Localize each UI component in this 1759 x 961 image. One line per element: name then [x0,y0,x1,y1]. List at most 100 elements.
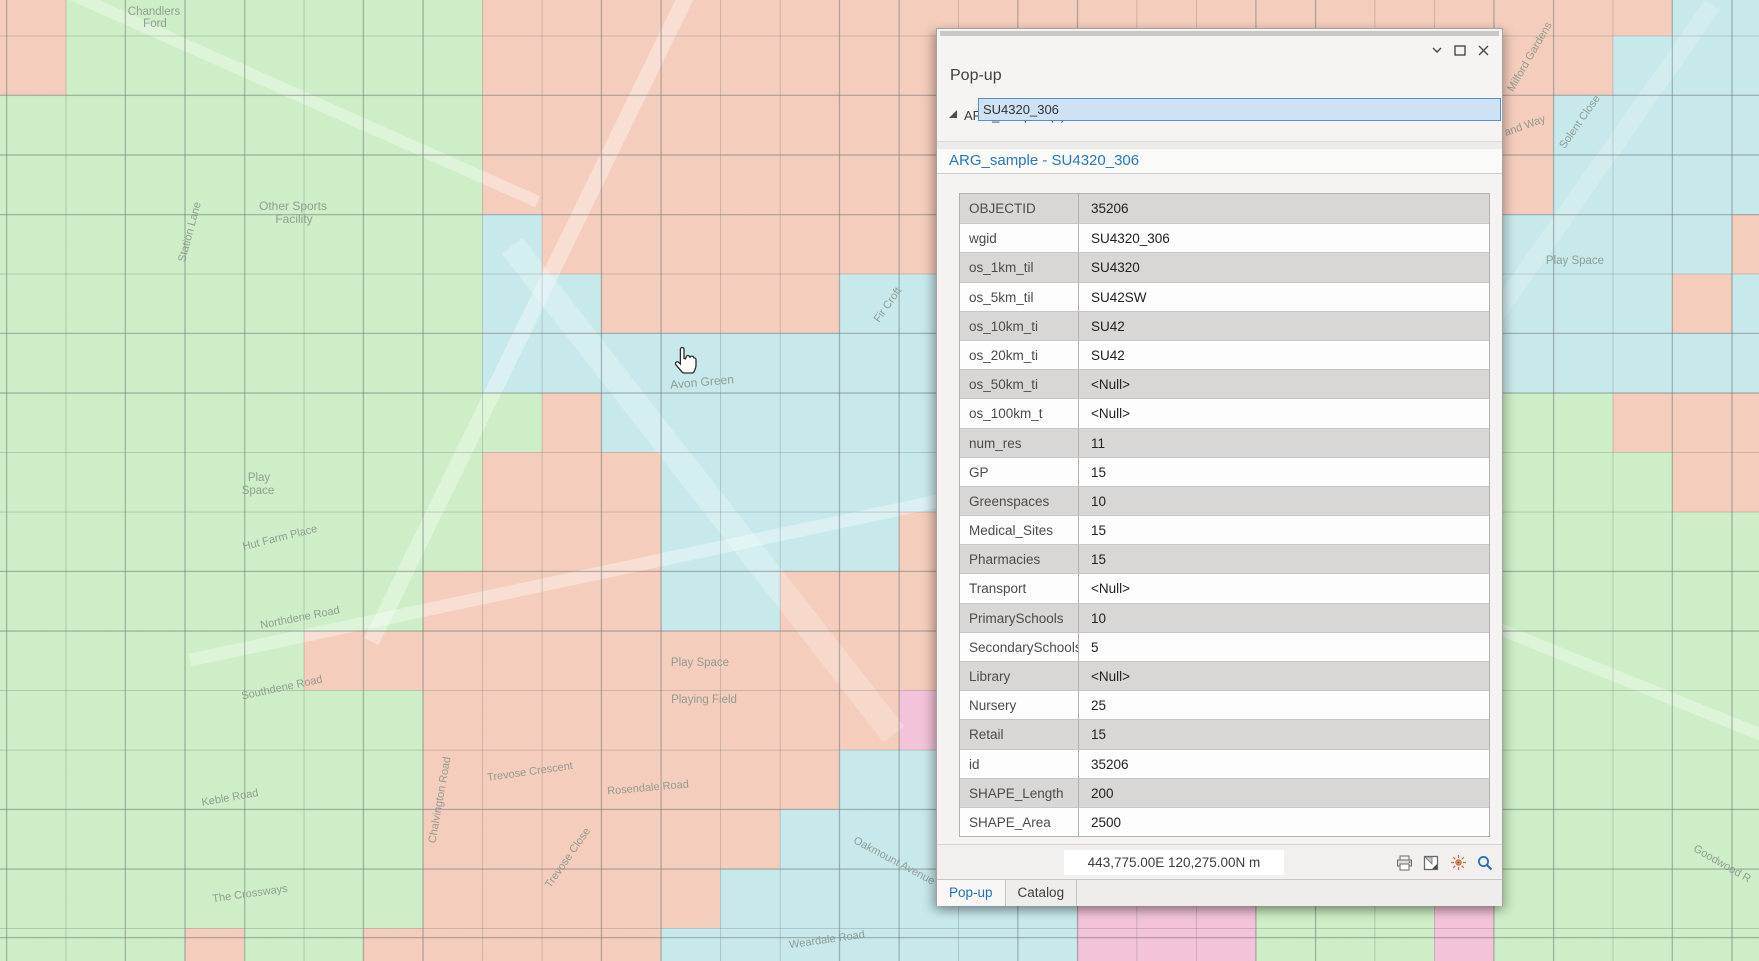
field-value: SU42 [1079,312,1489,340]
field-name: os_20km_ti [960,341,1079,369]
field-value: SU4320 [1079,253,1489,281]
map-label: and Way [1503,113,1548,139]
field-name: Greenspaces [960,487,1079,515]
map-label: Chalvington Road [426,756,453,844]
status-icons [1395,850,1494,875]
attribute-row: os_5km_tilSU42SW [960,282,1489,311]
flash-icon[interactable] [1449,854,1467,872]
map-label: Trevose Crescent [486,760,573,784]
field-name: SHAPE_Length [960,779,1079,807]
feature-heading-bar: ARG_sample - SU4320_306 [937,149,1502,174]
tab-popup[interactable]: Pop-up [937,880,1006,906]
popup-drag-handle[interactable] [940,31,1499,36]
map-label: Goodwood R [1691,843,1753,886]
field-value: 200 [1079,779,1489,807]
map-label: Facility [275,212,312,226]
field-name: SecondarySchools [960,633,1079,661]
popup-window: Pop-up ARG_sample (1) SU4320_306 ARG_sam… [936,28,1503,906]
attribute-row: os_10km_tiSU42 [960,311,1489,340]
map-export-icon[interactable] [1422,854,1440,872]
field-name: os_10km_ti [960,312,1079,340]
attribute-row: os_20km_tiSU42 [960,340,1489,369]
field-name: Library [960,662,1079,690]
attribute-row: Transport<Null> [960,573,1489,602]
map-label: Play Space [1546,255,1604,267]
field-value: SU42SW [1079,283,1489,311]
field-name: os_1km_til [960,253,1079,281]
field-value: 35206 [1079,194,1489,223]
map-label: Station Lane [176,201,204,264]
attribute-row: Retail15 [960,719,1489,748]
attribute-row: os_100km_t<Null> [960,398,1489,427]
field-name: GP [960,458,1079,486]
attribute-row: Pharmacies15 [960,544,1489,573]
map-label: Weardale Road [788,929,865,951]
popup-body: OBJECTID35206wgidSU4320_306os_1km_tilSU4… [937,175,1502,844]
tree-item-selected[interactable]: SU4320_306 [978,98,1501,121]
field-value: 15 [1079,545,1489,573]
field-value: 35206 [1079,750,1489,778]
field-value: SU42 [1079,341,1489,369]
attribute-row: Greenspaces10 [960,486,1489,515]
field-value: 15 [1079,458,1489,486]
field-value: 11 [1079,429,1489,457]
tab-catalog[interactable]: Catalog [1006,880,1078,906]
field-value: <Null> [1079,399,1489,427]
field-name: Medical_Sites [960,516,1079,544]
tree-expanded-triangle-icon [949,110,957,118]
map-label: Play Space [671,657,729,669]
field-name: PrimarySchools [960,604,1079,632]
attribute-row: Library<Null> [960,661,1489,690]
field-name: Transport [960,574,1079,602]
map-label: Chandlers [128,6,180,18]
field-value: 5 [1079,633,1489,661]
map-label: Space [242,485,275,497]
field-name: id [960,750,1079,778]
field-name: Retail [960,720,1079,748]
attribute-row: os_50km_ti<Null> [960,369,1489,398]
map-label: Milford Gardens [1505,20,1555,94]
map-label: Fir Croft [872,285,905,324]
field-name: Nursery [960,691,1079,719]
field-value: <Null> [1079,574,1489,602]
attribute-row: os_1km_tilSU4320 [960,252,1489,281]
pane-tab-bar: Pop-upCatalog [937,879,1502,906]
attribute-row: num_res11 [960,428,1489,457]
hand-cursor-icon [672,345,699,376]
coordinate-display: 443,775.00E 120,275.00N m [1064,850,1284,875]
field-value: 2500 [1079,808,1489,836]
printer-icon[interactable] [1395,854,1413,872]
map-label: Ford [143,18,167,30]
restore-icon[interactable] [1451,41,1469,59]
field-name: wgid [960,224,1079,252]
map-label: Hut Farm Place [241,523,318,553]
popup-status-bar: 443,775.00E 120,275.00N m [937,844,1502,879]
section-divider [937,141,1502,149]
map-label: The Crossways [212,883,289,905]
field-value: 10 [1079,487,1489,515]
attribute-row: SHAPE_Length200 [960,778,1489,807]
attribute-row: SHAPE_Area2500 [960,807,1489,836]
field-value: 25 [1079,691,1489,719]
field-name: num_res [960,429,1079,457]
attribute-row: GP15 [960,457,1489,486]
chevron-down-icon[interactable] [1428,41,1446,59]
field-value: 15 [1079,516,1489,544]
map-label: Oakmount Avenue [851,835,936,888]
attribute-row: OBJECTID35206 [960,194,1489,223]
field-value: 15 [1079,720,1489,748]
map-label: Southdene Road [240,674,323,703]
field-value: <Null> [1079,662,1489,690]
window-controls [1428,41,1492,59]
popup-title: Pop-up [950,67,1002,85]
field-value: <Null> [1079,370,1489,398]
field-name: Pharmacies [960,545,1079,573]
map-label: Playing Field [671,694,737,706]
map-canvas[interactable]: ChandlersFordOther SportsFacilityStation… [0,0,1759,961]
map-label: Trevose Close [543,826,593,891]
zoom-to-icon[interactable] [1476,854,1494,872]
close-icon[interactable] [1474,41,1492,59]
attribute-row: id35206 [960,749,1489,778]
field-name: os_100km_t [960,399,1079,427]
field-name: os_50km_ti [960,370,1079,398]
